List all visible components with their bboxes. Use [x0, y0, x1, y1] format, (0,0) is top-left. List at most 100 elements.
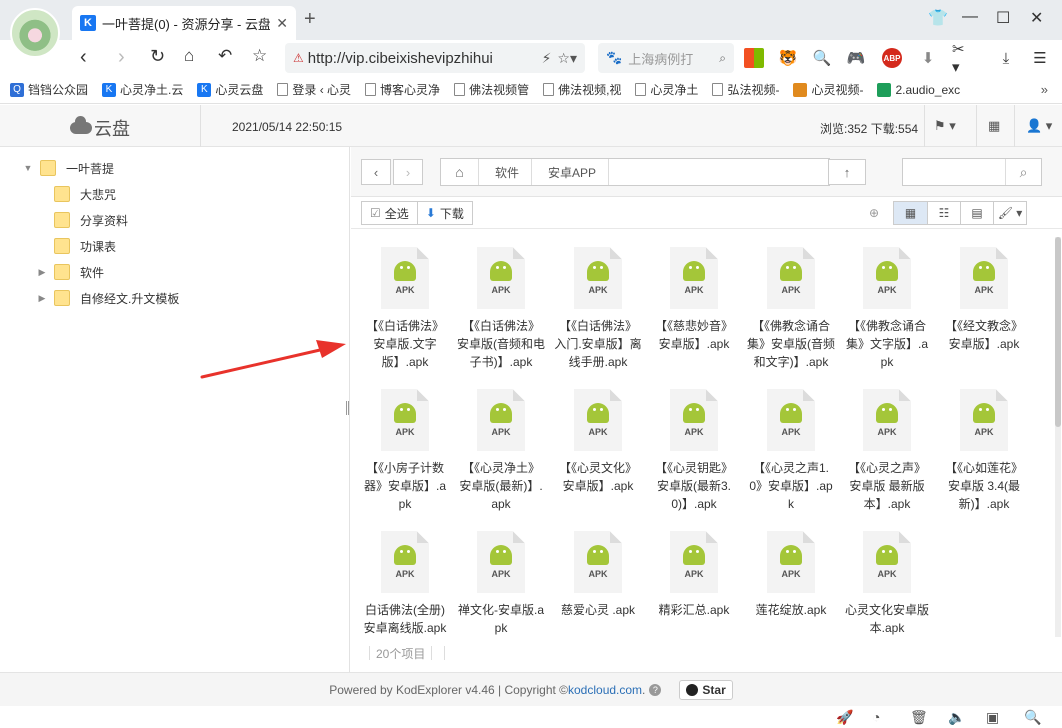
- profile-avatar[interactable]: [10, 8, 60, 58]
- file-item[interactable]: APK 【《经文教念》安卓版】.apk: [940, 247, 1028, 383]
- forward-icon[interactable]: ›: [118, 46, 125, 69]
- bookmark-item[interactable]: Q 铛铛公众园: [10, 81, 88, 98]
- zoom-icon[interactable]: ⊕: [869, 206, 879, 220]
- minimize-icon[interactable]: —: [962, 8, 978, 26]
- tree-node[interactable]: ▶ 自修经文.升文模板: [36, 287, 179, 309]
- file-item[interactable]: APK 【《小房子计数器》安卓版】.apk: [361, 389, 449, 525]
- tab-close-icon[interactable]: ✕: [276, 15, 288, 32]
- zoom-100-icon[interactable]: 🔍: [1024, 709, 1041, 726]
- kodcloud-link[interactable]: kodcloud.com: [568, 683, 642, 697]
- panel-resize-handle[interactable]: [346, 401, 349, 415]
- expand-arrow-icon[interactable]: ▼: [22, 163, 34, 173]
- file-search-input[interactable]: ⌕: [902, 158, 1042, 186]
- undo-close-icon[interactable]: ↶: [218, 46, 232, 66]
- url-text[interactable]: http://vip.cibeixishevipzhihui: [308, 50, 536, 67]
- new-tab-icon[interactable]: +: [304, 8, 316, 31]
- file-item[interactable]: APK 白话佛法(全册)安卓离线版.apk: [361, 531, 449, 639]
- file-item[interactable]: APK 【《心灵文化》安卓版】.apk: [554, 389, 642, 525]
- file-item[interactable]: APK 【《慈悲妙音》安卓版】.apk: [650, 247, 738, 383]
- bookmark-item[interactable]: 登录 ‹ 心灵: [277, 81, 351, 98]
- file-item[interactable]: APK 莲花绽放.apk: [747, 531, 835, 639]
- split-view-button[interactable]: ▤: [960, 202, 993, 224]
- bookmark-item[interactable]: 心灵净土: [635, 81, 698, 98]
- bookmark-item[interactable]: 博客心灵净: [365, 81, 440, 98]
- file-item[interactable]: APK 【《心灵之声1.0》安卓版】.apk: [747, 389, 835, 525]
- breadcrumb-item[interactable]: 安卓APP: [532, 159, 610, 185]
- flag-icon[interactable]: ⚑ ▾: [934, 118, 956, 134]
- bookmark-item[interactable]: K 心灵净土.云: [102, 81, 183, 98]
- file-item[interactable]: APK 精彩汇总.apk: [650, 531, 738, 639]
- parent-folder-button[interactable]: ↑: [828, 159, 866, 185]
- home-icon[interactable]: ⌂: [184, 46, 194, 66]
- browser-tab-active[interactable]: K 一叶菩提(0) - 资源分享 - 云盘 ✕: [72, 6, 296, 40]
- icon-view-button[interactable]: ▦: [894, 202, 927, 224]
- back-icon[interactable]: ‹: [80, 46, 87, 69]
- bookmark-item[interactable]: 心灵视频-: [793, 81, 863, 98]
- downloads-icon[interactable]: ⤓: [996, 48, 1016, 68]
- bookmark-item[interactable]: K 心灵云盘: [197, 81, 263, 98]
- tree-node[interactable]: 功课表: [36, 235, 116, 257]
- maximize-icon[interactable]: ☐: [996, 8, 1010, 28]
- trash-icon[interactable]: 🗑: [910, 709, 928, 726]
- file-item[interactable]: APK 【《佛教念诵合集》安卓版(音频和文字)】.apk: [747, 247, 835, 383]
- bookmark-item[interactable]: 佛法视频,视: [543, 81, 621, 98]
- file-item[interactable]: APK 【《心灵之声》安卓版 最新版本】.apk: [843, 389, 931, 525]
- bookmarks-more-icon[interactable]: »: [1041, 82, 1048, 97]
- bookmark-item[interactable]: 2.audio_exc: [877, 82, 960, 97]
- breadcrumb-item[interactable]: 软件: [479, 159, 533, 185]
- home-icon[interactable]: ⌂: [441, 159, 479, 185]
- file-item[interactable]: APK 【《白话佛法》入门.安卓版】离线手册.apk: [554, 247, 642, 383]
- tree-node-root[interactable]: ▼ 一叶菩提: [22, 157, 114, 179]
- gamepad-ext-icon[interactable]: 🎮: [846, 48, 866, 68]
- collapse-arrow-icon[interactable]: ▶: [36, 267, 48, 278]
- window-close-icon[interactable]: ✕: [1030, 8, 1043, 28]
- adblock-icon[interactable]: ABP: [882, 48, 902, 68]
- history-forward-button[interactable]: ›: [393, 159, 423, 185]
- rocket-icon[interactable]: 🚀: [836, 709, 853, 726]
- search-icon[interactable]: ⌕: [1005, 159, 1041, 185]
- file-item[interactable]: APK 【《白话佛法》安卓版(音频和电子书)】.apk: [457, 247, 545, 383]
- flash-icon[interactable]: ⚡: [542, 50, 552, 67]
- file-item[interactable]: APK 【《心如莲花》安卓版 3.4(最新)】.apk: [940, 389, 1028, 525]
- tree-node[interactable]: 分享资料: [36, 209, 128, 231]
- tree-node[interactable]: ▶ 软件: [36, 261, 104, 283]
- download-ext-icon[interactable]: ⬇: [918, 48, 938, 68]
- user-icon[interactable]: 👤 ▾: [1026, 118, 1052, 134]
- file-item[interactable]: APK 【《心灵净土》安卓版(最新)】.apk: [457, 389, 545, 525]
- address-bar[interactable]: ⚠ http://vip.cibeixishevipzhihui ⚡ ☆▾: [285, 43, 585, 73]
- file-item[interactable]: APK 禅文化-安卓版.apk: [457, 531, 545, 639]
- file-item[interactable]: APK 【《白话佛法》安卓版.文字版】.apk: [361, 247, 449, 383]
- theme-dropdown-button[interactable]: 🖌 ▾: [993, 202, 1026, 224]
- file-item[interactable]: APK 慈爱心灵 .apk: [554, 531, 642, 639]
- speed-icon[interactable]: ◔: [872, 709, 880, 725]
- select-all-button[interactable]: ☑ 全选: [362, 202, 417, 224]
- file-item[interactable]: APK 【《佛教念诵合集》文字版】.apk: [843, 247, 931, 383]
- search-placeholder[interactable]: 上海病例打: [628, 49, 719, 68]
- windows-ext-icon[interactable]: [744, 48, 764, 68]
- scissors-icon[interactable]: ✂▾: [952, 41, 972, 76]
- favorite-icon[interactable]: ☆▾: [557, 50, 577, 67]
- scrollbar-thumb[interactable]: [1055, 237, 1061, 427]
- app-logo[interactable]: 云盘: [70, 115, 130, 141]
- scrollbar[interactable]: [1055, 237, 1061, 637]
- tree-node[interactable]: 大悲咒: [36, 183, 116, 205]
- magnifier-ext-icon[interactable]: 🔍: [812, 48, 832, 68]
- browser-search-box[interactable]: 🐾 上海病例打 ⌕: [598, 43, 734, 73]
- history-back-button[interactable]: ‹: [361, 159, 391, 185]
- reload-icon[interactable]: ↻: [150, 46, 165, 67]
- bookmark-item[interactable]: 佛法视频管: [454, 81, 529, 98]
- file-item[interactable]: APK 心灵文化安卓版本.apk: [843, 531, 931, 639]
- help-icon[interactable]: ?: [649, 683, 662, 696]
- bookmark-item[interactable]: 弘法视频-: [712, 81, 779, 98]
- game-ext-icon[interactable]: 🐯: [778, 48, 798, 68]
- bookmark-star-icon[interactable]: ☆: [252, 46, 267, 66]
- file-item[interactable]: APK 【《心灵钥匙》安卓版(最新3.0)】.apk: [650, 389, 738, 525]
- menu-icon[interactable]: ☰: [1030, 48, 1050, 68]
- download-button[interactable]: ⬇ 下载: [416, 202, 472, 224]
- window-icon[interactable]: ▣: [986, 709, 999, 726]
- collapse-arrow-icon[interactable]: ▶: [36, 293, 48, 304]
- search-icon[interactable]: ⌕: [719, 51, 726, 66]
- grid-apps-icon[interactable]: ▦: [988, 118, 1000, 134]
- skin-icon[interactable]: 👕: [928, 8, 948, 28]
- github-star-button[interactable]: Star: [679, 679, 733, 700]
